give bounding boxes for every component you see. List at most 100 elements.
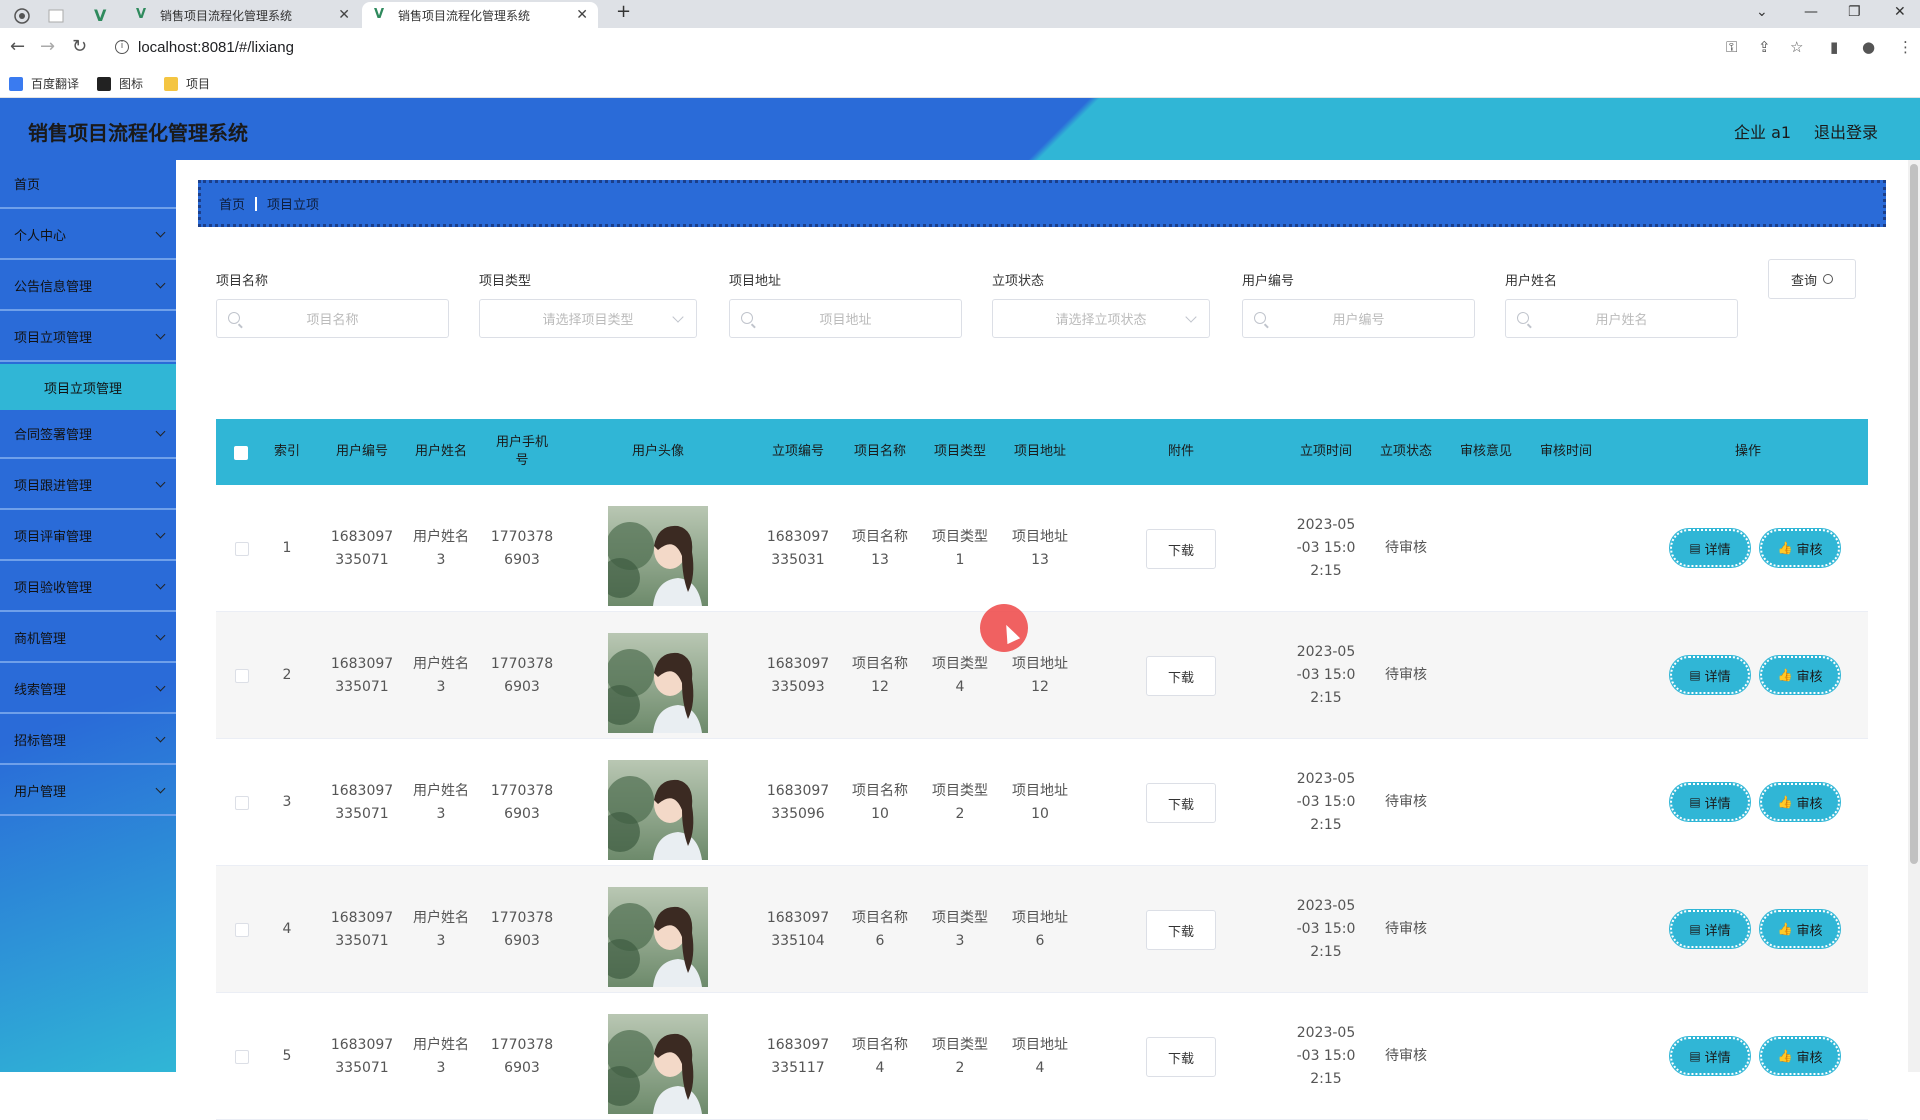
- download-label: 下载: [1167, 1051, 1194, 1067]
- profile-icon[interactable]: ●: [1862, 38, 1875, 56]
- star-icon[interactable]: ☆: [1790, 38, 1803, 56]
- sidebar-item-home[interactable]: 首页: [0, 160, 176, 209]
- tab-search-icon[interactable]: ⌄: [1756, 4, 1768, 20]
- detail-button[interactable]: ▤ 详情: [1669, 1036, 1751, 1076]
- download-button[interactable]: 下载: [1146, 529, 1216, 569]
- new-tab-button[interactable]: +: [616, 1, 631, 22]
- filter-label-project-name: 项目名称: [216, 274, 269, 289]
- thumb-up-icon: 👍: [1777, 1049, 1793, 1063]
- download-button[interactable]: 下载: [1146, 656, 1216, 696]
- detail-button[interactable]: ▤ 详情: [1669, 655, 1751, 695]
- audit-button[interactable]: 👍 审核: [1759, 909, 1841, 949]
- detail-label: 详情: [1704, 669, 1731, 685]
- row-checkbox[interactable]: [235, 1050, 249, 1064]
- bookmark-folder-project[interactable]: 项目: [164, 75, 210, 92]
- close-tab-icon[interactable]: ✕: [576, 7, 588, 23]
- audit-button[interactable]: 👍 审核: [1759, 782, 1841, 822]
- sidebar-item-label: 合同签署管理: [14, 428, 93, 443]
- sidebar-item-personal-center[interactable]: 个人中心: [0, 211, 176, 260]
- cell-user-no: 1683097 335071: [330, 655, 394, 695]
- row-checkbox[interactable]: [235, 796, 249, 810]
- filter-label-project-type: 项目类型: [479, 274, 532, 289]
- row-checkbox[interactable]: [235, 669, 249, 683]
- sidebar-item-follow-up[interactable]: 项目跟进管理: [0, 461, 176, 510]
- chevron-down-icon: [155, 681, 166, 692]
- current-user[interactable]: 企业 a1: [1734, 119, 1791, 143]
- column-header: 用户编号: [335, 444, 388, 459]
- chevron-down-icon: [672, 311, 684, 323]
- download-label: 下载: [1167, 670, 1194, 686]
- cell-index: 3: [282, 794, 292, 810]
- download-button[interactable]: 下载: [1146, 910, 1216, 950]
- select-all-checkbox[interactable]: [234, 446, 248, 460]
- project-name-input[interactable]: 项目名称: [216, 299, 449, 338]
- detail-button[interactable]: ▤ 详情: [1669, 782, 1751, 822]
- bookmark-baidu-translate[interactable]: 百度翻译: [9, 75, 79, 92]
- sidebar-item-bidding[interactable]: 招标管理: [0, 716, 176, 765]
- browser-tab-1[interactable]: V 销售项目流程化管理系统 ✕: [124, 2, 360, 28]
- browser-menu-icon[interactable]: [14, 3, 30, 28]
- cell-user-name: 用户姓名 3: [413, 655, 469, 695]
- breadcrumb-home[interactable]: 首页: [219, 194, 245, 213]
- detail-label: 详情: [1704, 542, 1731, 558]
- more-menu-icon[interactable]: ⋮: [1898, 38, 1913, 56]
- column-header: 立项状态: [1379, 444, 1432, 459]
- download-button[interactable]: 下载: [1146, 1037, 1216, 1077]
- close-tab-icon[interactable]: ✕: [338, 7, 350, 23]
- side-panel-icon[interactable]: ▮: [1830, 38, 1838, 56]
- status-select[interactable]: 请选择立项状态: [992, 299, 1210, 338]
- detail-button[interactable]: ▤ 详情: [1669, 909, 1751, 949]
- user-avatar: [608, 633, 708, 733]
- audit-button[interactable]: 👍 审核: [1759, 655, 1841, 695]
- forward-icon[interactable]: →: [40, 36, 55, 57]
- key-icon[interactable]: ⚿: [1726, 38, 1737, 56]
- pinned-tab-icon[interactable]: [48, 3, 64, 28]
- sidebar-item-review[interactable]: 项目评审管理: [0, 512, 176, 561]
- audit-button[interactable]: 👍 审核: [1759, 1036, 1841, 1076]
- back-icon[interactable]: ←: [10, 36, 25, 57]
- user-no-input[interactable]: 用户编号: [1242, 299, 1475, 338]
- restore-icon[interactable]: ❐: [1848, 4, 1861, 20]
- audit-button[interactable]: 👍 审核: [1759, 528, 1841, 568]
- query-button[interactable]: 查询: [1768, 259, 1856, 299]
- detail-button[interactable]: ▤ 详情: [1669, 528, 1751, 568]
- user-name-input[interactable]: 用户姓名: [1505, 299, 1738, 338]
- cell-initiation-time: 2023-05 -03 15:0 2:15: [1296, 771, 1356, 833]
- project-address-input[interactable]: 项目地址: [729, 299, 962, 338]
- sidebar-item-opportunity[interactable]: 商机管理: [0, 614, 176, 663]
- project-type-select[interactable]: 请选择项目类型: [479, 299, 697, 338]
- filter-label-status: 立项状态: [992, 274, 1045, 289]
- sidebar-item-leads[interactable]: 线索管理: [0, 665, 176, 714]
- url-field[interactable]: localhost:8081/#/lixiang: [138, 39, 294, 56]
- cell-project-no: 1683097 335117: [766, 1036, 830, 1076]
- scrollbar-thumb[interactable]: [1910, 164, 1918, 864]
- column-header: 项目地址: [1013, 444, 1066, 459]
- page-scrollbar[interactable]: [1908, 160, 1920, 1072]
- document-icon: ▤: [1689, 541, 1701, 555]
- sidebar-item-acceptance[interactable]: 项目验收管理: [0, 563, 176, 612]
- row-checkbox[interactable]: [235, 542, 249, 556]
- close-window-icon[interactable]: ✕: [1894, 4, 1906, 20]
- reload-icon[interactable]: ↻: [72, 36, 87, 57]
- download-button[interactable]: 下载: [1146, 783, 1216, 823]
- cell-project-no: 1683097 335093: [766, 655, 830, 695]
- cell-status: 待审核: [1385, 1048, 1427, 1064]
- logout-link[interactable]: 退出登录: [1814, 119, 1878, 143]
- cell-phone: 1770378 6903: [490, 782, 554, 822]
- sidebar-item-contract[interactable]: 合同签署管理: [0, 410, 176, 459]
- sidebar-item-notice[interactable]: 公告信息管理: [0, 262, 176, 311]
- share-icon[interactable]: ⇪: [1758, 38, 1771, 56]
- chevron-down-icon: [155, 783, 166, 794]
- sidebar-subitem-project-initiation-manage[interactable]: 项目立项管理: [0, 364, 176, 410]
- cell-initiation-time: 2023-05 -03 15:0 2:15: [1296, 517, 1356, 579]
- sidebar-item-users[interactable]: 用户管理: [0, 767, 176, 816]
- minimize-icon[interactable]: —: [1804, 4, 1818, 20]
- browser-tab-2[interactable]: V 销售项目流程化管理系统 ✕: [362, 2, 598, 28]
- bookmark-icons[interactable]: 图标: [97, 75, 143, 92]
- site-info-icon[interactable]: i: [115, 40, 129, 54]
- row-checkbox[interactable]: [235, 923, 249, 937]
- sidebar-item-project-initiation[interactable]: 项目立项管理: [0, 313, 176, 362]
- cell-phone: 1770378 6903: [490, 909, 554, 949]
- cell-user-name: 用户姓名 3: [413, 909, 469, 949]
- pinned-vue-tab-icon[interactable]: V: [94, 3, 106, 28]
